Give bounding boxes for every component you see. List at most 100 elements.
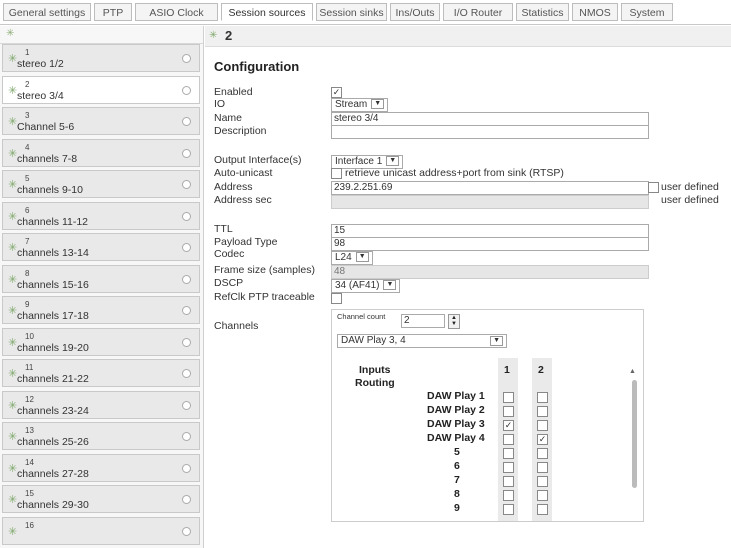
routing-checkbox[interactable]	[503, 406, 514, 417]
routing-checkbox[interactable]	[503, 476, 514, 487]
routing-checkbox[interactable]	[537, 476, 548, 487]
tab-session-sources[interactable]: Session sources	[221, 3, 313, 21]
tab-session-sinks[interactable]: Session sinks	[316, 3, 387, 21]
sidebar-item-14[interactable]: ✳ 14 channels 27-28	[2, 453, 200, 482]
address-user-defined-label: user defined	[661, 181, 719, 193]
routing-checkbox[interactable]	[537, 448, 548, 459]
routing-checkbox[interactable]	[503, 462, 514, 473]
chevron-down-icon: ▼	[355, 252, 369, 263]
channel-count-label: Channel count	[337, 312, 386, 321]
sidebar-item-7[interactable]: ✳ 7 channels 13-14	[2, 233, 200, 261]
sidebar-item-12[interactable]: ✳ 12 channels 23-24	[2, 390, 200, 419]
sidebar-item-6[interactable]: ✳ 6 channels 11-12	[2, 201, 200, 230]
routing-checkbox[interactable]	[537, 462, 548, 473]
codec-select[interactable]: L24 ▼	[331, 251, 373, 265]
address-input[interactable]: 239.2.251.69	[331, 181, 649, 195]
routing-checkbox[interactable]	[503, 490, 514, 501]
tab-io-router[interactable]: I/O Router	[443, 3, 513, 21]
plug-icon: ✳	[209, 30, 218, 41]
pin-icon[interactable]: ✳	[6, 28, 14, 39]
routing-checkbox[interactable]	[537, 504, 548, 515]
sidebar-item-label: stereo 3/4	[17, 89, 64, 102]
sidebar-item-5[interactable]: ✳ 5 channels 9-10	[2, 170, 200, 198]
sidebar-item-13[interactable]: ✳ 13 channels 25-26	[2, 422, 200, 450]
routing-checkbox[interactable]	[503, 434, 514, 445]
ttl-input[interactable]: 15	[331, 224, 649, 238]
scroll-up-icon[interactable]: ▲	[629, 368, 636, 375]
routing-checkbox[interactable]	[537, 490, 548, 501]
status-dot-icon	[182, 463, 191, 473]
column-header-2: 2	[538, 364, 544, 376]
sidebar-item-3[interactable]: ✳ 3 Channel 5-6	[2, 107, 200, 135]
detail-title: 2	[225, 28, 233, 43]
auto-unicast-checkbox[interactable]	[331, 168, 342, 179]
channel-source-select[interactable]: DAW Play 3, 4 ▼	[337, 334, 507, 348]
routing-row-label: DAW Play 4	[427, 432, 485, 444]
sidebar-item-number: 14	[25, 457, 34, 467]
enabled-checkbox[interactable]: ✓	[331, 87, 342, 98]
sidebar-item-8[interactable]: ✳ 8 channels 15-16	[2, 264, 200, 293]
frame-size-input[interactable]: 48	[331, 265, 649, 279]
sidebar-item-2[interactable]: ✳ 2 stereo 3/4	[2, 75, 200, 104]
sidebar-item-10[interactable]: ✳ 10 channels 19-20	[2, 327, 200, 356]
routing-label: Routing	[355, 377, 395, 389]
sidebar-item-label: stereo 1/2	[17, 58, 64, 70]
payload-type-input[interactable]: 98	[331, 237, 649, 251]
name-input[interactable]: stereo 3/4	[331, 112, 649, 126]
sidebar-item-number: 3	[25, 111, 30, 120]
routing-row-label: 6	[454, 460, 460, 472]
sidebar-item-number: 5	[25, 174, 30, 183]
description-input[interactable]	[331, 125, 649, 139]
tab-asio-clock[interactable]: ASIO Clock	[135, 3, 218, 21]
tab-ptp[interactable]: PTP	[94, 3, 132, 21]
sidebar-header: ✳	[0, 26, 203, 44]
dscp-select[interactable]: 34 (AF41) ▼	[331, 279, 401, 293]
sidebar-item-4[interactable]: ✳ 4 channels 7-8	[2, 138, 200, 167]
io-label: IO	[214, 98, 226, 110]
tab-statistics[interactable]: Statistics	[516, 3, 569, 21]
sidebar-item-16[interactable]: ✳ 16	[2, 516, 200, 545]
io-select[interactable]: Stream ▼	[331, 98, 389, 112]
routing-checkbox[interactable]	[537, 420, 548, 431]
sidebar-item-15[interactable]: ✳ 15 channels 29-30	[2, 485, 200, 513]
routing-checkbox[interactable]	[503, 392, 514, 403]
sidebar-item-number: 11	[25, 363, 34, 372]
sidebar-item-label: channels 13-14	[17, 247, 89, 259]
address-sec-input[interactable]	[331, 195, 649, 209]
status-dot-icon	[182, 274, 191, 284]
dscp-label: DSCP	[214, 277, 244, 289]
routing-checkbox[interactable]	[503, 448, 514, 459]
sidebar-item-number: 2	[25, 79, 30, 89]
status-dot-icon	[182, 432, 191, 441]
routing-row-label: 7	[454, 474, 460, 486]
status-dot-icon	[182, 526, 191, 536]
chevron-down-icon: ▼	[386, 156, 400, 167]
channel-count-stepper[interactable]: ▲ ▼	[448, 314, 460, 329]
chevron-down-icon: ▼	[371, 99, 385, 110]
refclk-checkbox[interactable]	[331, 293, 342, 304]
tab-ins-outs[interactable]: Ins/Outs	[390, 3, 440, 21]
routing-checkbox[interactable]: ✓	[537, 434, 548, 445]
routing-checkbox[interactable]	[537, 406, 548, 417]
sidebar-item-1[interactable]: ✳ 1 stereo 1/2	[2, 44, 200, 72]
routing-scrollbar[interactable]	[632, 380, 637, 488]
routing-checkbox[interactable]	[537, 392, 548, 403]
detail-header: ✳ 2	[205, 26, 731, 47]
top-tab-bar: General settings PTP ASIO Clock Session …	[0, 0, 731, 25]
sidebar-item-number: 10	[25, 331, 34, 341]
sidebar-item-11[interactable]: ✳ 11 channels 21-22	[2, 359, 200, 387]
routing-checkbox[interactable]: ✓	[503, 420, 514, 431]
sidebar-item-label: channels 25-26	[17, 436, 89, 448]
tab-system[interactable]: System	[621, 3, 673, 21]
sidebar-item-9[interactable]: ✳ 9 channels 17-18	[2, 296, 200, 324]
address-user-defined-checkbox[interactable]	[648, 182, 659, 193]
tab-nmos[interactable]: NMOS	[572, 3, 618, 21]
sidebar-item-label: channels 9-10	[17, 184, 83, 196]
sidebar-item-label: channels 15-16	[17, 278, 89, 291]
routing-checkbox[interactable]	[503, 504, 514, 515]
codec-value: L24	[335, 252, 352, 263]
tab-general-settings[interactable]: General settings	[3, 3, 91, 21]
refclk-label: RefClk PTP traceable	[214, 291, 315, 303]
channel-count-input[interactable]: 2	[401, 314, 445, 328]
source-detail-panel: ✳ 2 Configuration Enabled ✓ IO Stream ▼ N…	[205, 26, 731, 548]
